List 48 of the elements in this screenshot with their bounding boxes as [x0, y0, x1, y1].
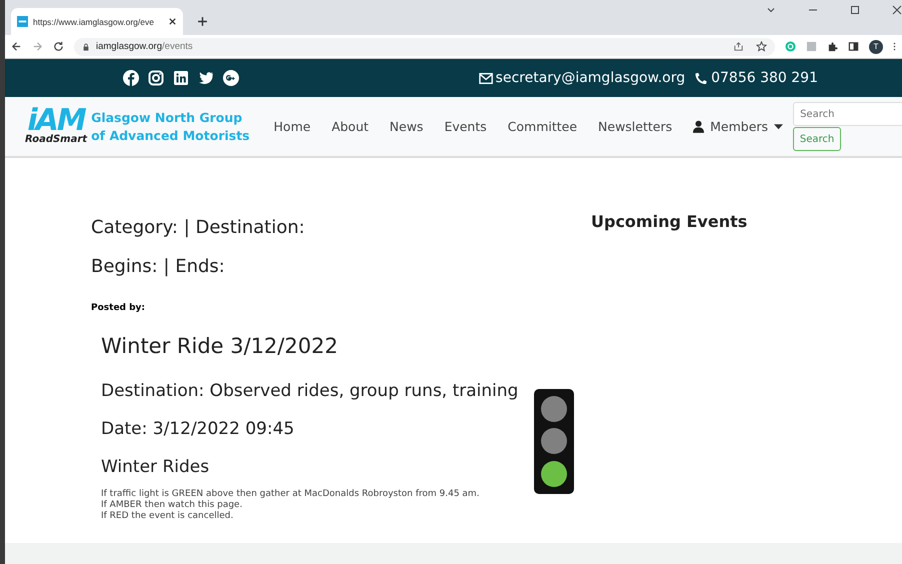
- back-icon[interactable]: [11, 41, 22, 52]
- instagram-icon[interactable]: [148, 70, 164, 86]
- event-note: If RED the event is cancelled.: [101, 511, 234, 522]
- event-title: Winter Ride 3/12/2022: [101, 333, 339, 359]
- puzzle-icon[interactable]: [827, 41, 838, 52]
- event-date: Date: 3/12/2022 09:45: [101, 418, 296, 441]
- nav-link[interactable]: Newsletters: [598, 119, 672, 134]
- person-icon: [693, 120, 704, 133]
- chevron-down-icon[interactable]: [766, 5, 776, 15]
- maximize-icon[interactable]: [850, 5, 860, 15]
- profile-avatar[interactable]: T: [869, 40, 883, 54]
- members-menu[interactable]: Members: [693, 119, 784, 134]
- favicon-icon: [17, 16, 28, 27]
- phone-icon: [694, 72, 708, 84]
- email-link[interactable]: secretary@iamglasgow.org: [496, 70, 686, 86]
- menu-icon[interactable]: [893, 41, 896, 52]
- event-note: If traffic light is GREEN above then gather at MacDonalds Robroyston from 9.45 am.: [101, 489, 480, 500]
- side-panel-icon[interactable]: [848, 41, 859, 52]
- caret-icon: [774, 124, 784, 130]
- star-icon[interactable]: [756, 41, 767, 52]
- nav-link[interactable]: Events: [444, 119, 487, 134]
- dates-heading: Begins: | Ends:: [91, 255, 226, 279]
- event-destination: Destination: Observed rides, group runs, training: [101, 380, 518, 403]
- event-subtitle: Winter Rides: [101, 456, 210, 479]
- sidebar-title: Upcoming Events: [591, 212, 748, 231]
- phone-number[interactable]: 07856 380 291: [711, 70, 818, 86]
- close-tab-icon[interactable]: [168, 17, 177, 26]
- logo[interactable]: iAM RoadSmart: [25, 108, 88, 146]
- nav-link[interactable]: News: [390, 119, 424, 134]
- google-plus-icon[interactable]: [223, 70, 239, 86]
- address-field[interactable]: iamglasgow.org/events: [74, 38, 775, 56]
- lock-icon: [82, 42, 90, 50]
- nav-link[interactable]: Home: [274, 119, 311, 134]
- facebook-icon[interactable]: [123, 70, 139, 86]
- posted-by-label: Posted by:: [91, 303, 146, 313]
- linkedin-icon[interactable]: [173, 70, 189, 86]
- share-icon[interactable]: [733, 41, 744, 52]
- search-field[interactable]: Search: [793, 102, 902, 126]
- envelope-icon: [478, 72, 493, 84]
- event-note: If AMBER then watch this page.: [101, 500, 244, 511]
- close-icon[interactable]: [892, 5, 902, 15]
- category-heading: Category: | Destination:: [91, 216, 306, 240]
- reload-icon[interactable]: [53, 41, 64, 52]
- new-tab-icon[interactable]: [197, 16, 208, 27]
- nav-link[interactable]: Committee: [508, 119, 578, 134]
- browser-tab[interactable]: https://www.iamglasgow.org/eve: [11, 8, 183, 35]
- bird-icon[interactable]: [198, 70, 214, 86]
- nav-link[interactable]: About: [332, 119, 369, 134]
